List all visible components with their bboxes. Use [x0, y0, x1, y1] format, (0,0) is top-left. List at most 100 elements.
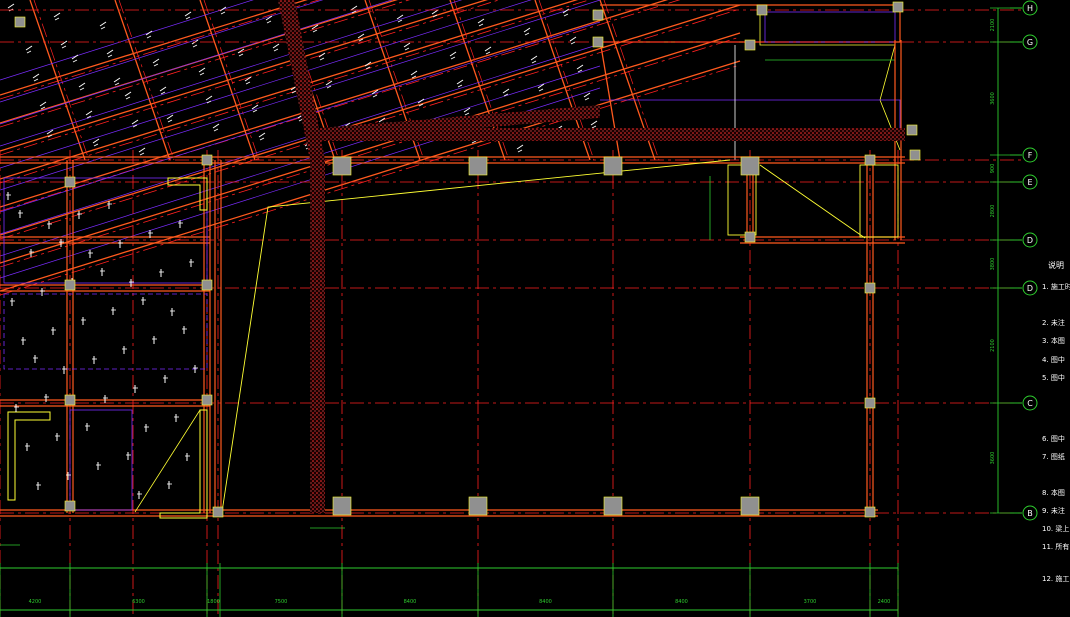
- column: [64, 176, 76, 188]
- annotation-tick: [138, 147, 146, 153]
- grid-bubble-label: G: [1027, 38, 1033, 47]
- slab-outline: [600, 99, 901, 130]
- bottom-dim-label: 8400: [404, 599, 417, 605]
- annotation-tick: [325, 80, 333, 86]
- grid-bubble-label: C: [1027, 399, 1033, 408]
- column: [64, 500, 76, 512]
- skewed-axis: [0, 36, 741, 268]
- annotation-tick: [450, 56, 456, 60]
- column: [740, 496, 760, 516]
- skewed-beam: [0, 0, 398, 124]
- yellow-outline: [221, 159, 731, 513]
- column: [744, 39, 756, 51]
- column: [64, 279, 76, 291]
- annotation-tick: [502, 88, 510, 94]
- annotation-tick: [259, 137, 265, 141]
- annotation-tick: [213, 128, 219, 132]
- annotation-tick: [524, 32, 530, 36]
- annotation-tick: [7, 3, 15, 9]
- column: [864, 154, 876, 166]
- column: [468, 156, 488, 176]
- annotation-tick: [185, 16, 191, 20]
- note-item: 6. 图中: [1042, 435, 1065, 443]
- bottom-dim-label: 1800: [207, 599, 220, 605]
- note-item: 4. 图中: [1042, 356, 1065, 364]
- note-item: 11. 所有: [1042, 543, 1070, 551]
- annotation-tick: [569, 36, 577, 42]
- annotation-tick: [485, 51, 491, 55]
- skewed-axis: [0, 64, 741, 296]
- annotation-tick: [531, 60, 537, 64]
- annotation-tick: [32, 73, 40, 79]
- annotation-tick: [39, 101, 47, 107]
- note-item: 1. 施工时: [1042, 283, 1070, 291]
- column: [906, 124, 918, 136]
- column: [603, 156, 623, 176]
- annotation-tick: [403, 42, 411, 48]
- bottom-dim-label: 4200: [29, 599, 42, 605]
- notes-title: 说明: [1048, 261, 1064, 270]
- annotation-tick: [106, 49, 114, 55]
- annotation-tick: [54, 17, 60, 21]
- note-item: 7. 图纸: [1042, 453, 1065, 461]
- grid-bubble-label: H: [1027, 4, 1033, 13]
- annotation-tick: [477, 18, 485, 24]
- annotation-tick: [397, 19, 403, 23]
- cross-axis: [33, 0, 90, 161]
- annotation-tick: [184, 11, 192, 17]
- annotation-tick: [100, 26, 106, 30]
- annotation-tick: [124, 91, 132, 97]
- annotation-tick: [319, 57, 325, 61]
- bottom-dim-label: 7500: [275, 599, 288, 605]
- annotation-tick: [312, 29, 318, 33]
- annotation-tick: [350, 5, 358, 11]
- bottom-dim-label: 8400: [675, 599, 688, 605]
- column: [909, 149, 921, 161]
- column: [892, 1, 904, 13]
- annotation-tick: [78, 82, 86, 88]
- cross-beam: [29, 0, 86, 161]
- annotation-tick: [431, 9, 439, 15]
- grid-bubble-label: D: [1027, 284, 1033, 293]
- column: [212, 506, 224, 518]
- skewed-axis: [0, 0, 681, 212]
- annotation-tick: [85, 110, 93, 116]
- core-room: [727, 164, 757, 236]
- right-dim-label: 900: [990, 164, 996, 174]
- annotation-tick: [372, 94, 378, 98]
- upper-left-skewed-framing: [0, 0, 901, 296]
- annotation-tick: [457, 84, 463, 88]
- annotation-tick: [273, 48, 279, 52]
- annotation-tick: [258, 132, 266, 138]
- column: [201, 154, 213, 166]
- note-item: 10. 梁上: [1042, 525, 1070, 533]
- annotation-tick: [139, 152, 145, 156]
- columns: [14, 1, 921, 518]
- annotation-tick: [25, 45, 33, 51]
- core-room: [859, 164, 899, 238]
- right-dim-label: 2800: [990, 205, 996, 218]
- annotation-tick: [146, 35, 152, 39]
- annotation-tick: [220, 11, 226, 15]
- annotation-tick: [478, 23, 484, 27]
- annotation-tick: [517, 149, 523, 153]
- cross-axis: [203, 0, 260, 161]
- annotation-tick: [131, 119, 139, 125]
- annotation-tick: [26, 50, 32, 54]
- column: [864, 282, 876, 294]
- annotation-tick: [523, 27, 531, 33]
- annotation-tick: [464, 112, 470, 116]
- column: [864, 506, 876, 518]
- wall-L: [7, 411, 51, 501]
- annotation-tick: [538, 88, 544, 92]
- annotation-tick: [166, 114, 174, 120]
- yellow-diagonal: [759, 164, 866, 239]
- column: [201, 279, 213, 291]
- hatched-walls: [278, 0, 905, 513]
- annotation-tick: [99, 21, 107, 27]
- annotation-tick: [159, 86, 167, 92]
- main-plan-framing: [0, 9, 1022, 617]
- annotation-tick: [152, 58, 160, 64]
- annotation-tick: [72, 59, 78, 63]
- cad-drawing-canvas[interactable]: 4200 6300 1800 7500 8400 8400 8400 3700 2400 2100…: [0, 0, 1070, 617]
